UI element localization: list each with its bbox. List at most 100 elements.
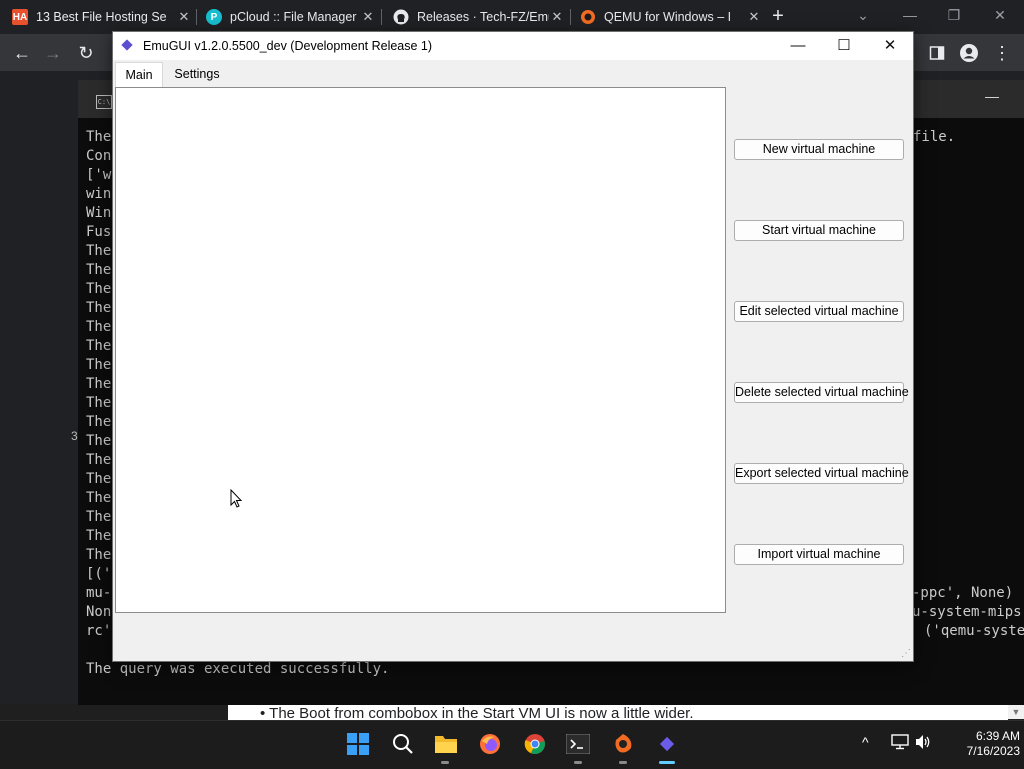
firefox-icon[interactable] — [478, 732, 502, 756]
forward-button[interactable]: → — [42, 42, 64, 64]
pcloud-favicon-icon: P — [206, 9, 222, 25]
network-icon[interactable] — [891, 734, 909, 753]
emugui-window-title: EmuGUI v1.2.0.5500_dev (Development Rele… — [143, 39, 433, 53]
tab-label: Releases · Tech-FZ/Emu — [417, 10, 549, 24]
terminal-line: The — [86, 471, 112, 487]
terminal-line: rc' — [86, 623, 112, 639]
running-indicator — [574, 761, 582, 764]
tab-divider — [196, 9, 197, 25]
delete-vm-button[interactable]: Delete selected virtual machine — [734, 382, 909, 403]
terminal-line: Non — [86, 604, 112, 620]
volume-icon[interactable] — [914, 734, 932, 753]
terminal-line: The — [86, 452, 112, 468]
start-vm-button[interactable]: Start virtual machine — [734, 220, 904, 241]
tab-search-button[interactable]: ⌄ — [852, 0, 874, 30]
ha-favicon-icon: HA — [12, 9, 28, 25]
emugui-status-bar: ⋰ — [113, 637, 913, 661]
emugui-app-icon — [121, 39, 133, 51]
new-tab-button[interactable]: + — [768, 6, 788, 26]
terminal-line: The — [86, 509, 112, 525]
terminal-line: The — [86, 528, 112, 544]
system-clock[interactable]: 6:39 AM 7/16/2023 — [940, 729, 1020, 759]
windows-taskbar — [0, 720, 1024, 769]
virtual-machine-list[interactable] — [115, 87, 726, 613]
qemu-app-icon[interactable] — [611, 732, 635, 756]
close-tab-icon[interactable]: ✕ — [176, 9, 192, 25]
browser-restore-button[interactable]: ❐ — [940, 0, 968, 30]
terminal-line: The — [86, 376, 112, 392]
emugui-tab-bar: Main Settings — [113, 60, 913, 88]
terminal-line: The — [86, 357, 112, 373]
terminal-line: The — [86, 262, 112, 278]
tab-label: QEMU for Windows – I — [604, 10, 732, 24]
browser-tab-file-hosting[interactable]: HA 13 Best File Hosting Se ✕ — [12, 0, 192, 34]
terminal-line-fragment: file. — [913, 129, 956, 145]
terminal-line: win — [86, 186, 112, 202]
terminal-line: The — [86, 281, 112, 297]
terminal-line: The — [86, 319, 112, 335]
emugui-close-button[interactable]: ✕ — [867, 32, 913, 60]
running-indicator — [441, 761, 449, 764]
terminal-icon: C:\ — [96, 95, 112, 109]
terminal-line: The — [86, 395, 112, 411]
terminal-line: The query was executed successfully. — [86, 661, 390, 677]
tab-divider — [570, 9, 571, 25]
search-icon[interactable] — [391, 732, 415, 756]
terminal-line: The — [86, 433, 112, 449]
terminal-minimize-button[interactable]: — — [985, 88, 999, 104]
start-icon[interactable] — [346, 732, 370, 756]
terminal-line: Con — [86, 148, 112, 164]
profile-avatar[interactable] — [958, 42, 980, 64]
new-vm-button[interactable]: New virtual machine — [734, 139, 904, 160]
emugui-title-bar[interactable]: EmuGUI v1.2.0.5500_dev (Development Rele… — [113, 32, 913, 60]
browser-tab-pcloud[interactable]: P pCloud :: File Manager ✕ — [206, 0, 376, 34]
terminal-line: The — [86, 300, 112, 316]
resize-grip-icon[interactable]: ⋰ — [901, 649, 911, 659]
tab-divider — [381, 9, 382, 25]
close-tab-icon[interactable]: ✕ — [360, 9, 376, 25]
terminal-line-fragment: ('qemu-syste — [924, 623, 1024, 639]
export-vm-button[interactable]: Export selected virtual machine — [734, 463, 909, 484]
tab-label: pCloud :: File Manager — [230, 10, 357, 24]
emugui-taskbar-icon[interactable] — [655, 732, 679, 756]
qemu-icon — [580, 9, 596, 25]
browser-menu-button[interactable]: ⋮ — [991, 42, 1013, 64]
terminal-line: The — [86, 129, 112, 145]
clock-date: 7/16/2023 — [966, 744, 1020, 758]
terminal-app-icon[interactable] — [566, 732, 590, 756]
import-vm-button[interactable]: Import virtual machine — [734, 544, 904, 565]
browser-close-button[interactable]: ✕ — [986, 0, 1014, 30]
tray-overflow-chevron-icon[interactable]: ^ — [862, 734, 869, 750]
terminal-line: mu- — [86, 585, 112, 601]
terminal-line: Win — [86, 205, 112, 221]
reload-button[interactable]: ↻ — [75, 42, 97, 64]
terminal-line: [(' — [86, 566, 112, 582]
close-tab-icon[interactable]: ✕ — [549, 9, 565, 25]
terminal-line: Fus — [86, 224, 112, 240]
tab-main[interactable]: Main — [115, 62, 163, 88]
tab-settings[interactable]: Settings — [167, 62, 227, 87]
emugui-minimize-button[interactable]: — — [775, 32, 821, 60]
browser-tab-releases[interactable]: Releases · Tech-FZ/Emu ✕ — [393, 0, 565, 34]
clock-time: 6:39 AM — [975, 729, 1020, 743]
back-button[interactable]: ← — [11, 42, 33, 64]
terminal-line: The — [86, 243, 112, 259]
edit-vm-button[interactable]: Edit selected virtual machine — [734, 301, 904, 322]
terminal-line: The — [86, 490, 112, 506]
running-indicator — [619, 761, 627, 764]
terminal-line-fragment: -ppc', None) — [912, 585, 1014, 601]
emugui-maximize-button[interactable]: ☐ — [821, 32, 867, 60]
browser-minimize-button[interactable]: — — [896, 0, 924, 30]
mouse-cursor-icon — [230, 489, 243, 508]
terminal-line-fragment: u-system-mips — [912, 604, 1022, 620]
chrome-icon[interactable] — [523, 732, 547, 756]
browser-tab-qemu[interactable]: QEMU for Windows – I ✕ — [580, 0, 762, 34]
scroll-down-button[interactable]: ▼ — [1008, 705, 1024, 719]
page-fragment-text: 3 — [71, 429, 78, 443]
tab-label: 13 Best File Hosting Se — [36, 10, 167, 24]
side-panel-icon[interactable] — [926, 42, 948, 64]
terminal-line: ['w — [86, 167, 112, 183]
file-explorer-icon[interactable] — [434, 732, 458, 756]
emugui-window: EmuGUI v1.2.0.5500_dev (Development Rele… — [112, 31, 914, 662]
close-tab-icon[interactable]: ✕ — [746, 9, 762, 25]
